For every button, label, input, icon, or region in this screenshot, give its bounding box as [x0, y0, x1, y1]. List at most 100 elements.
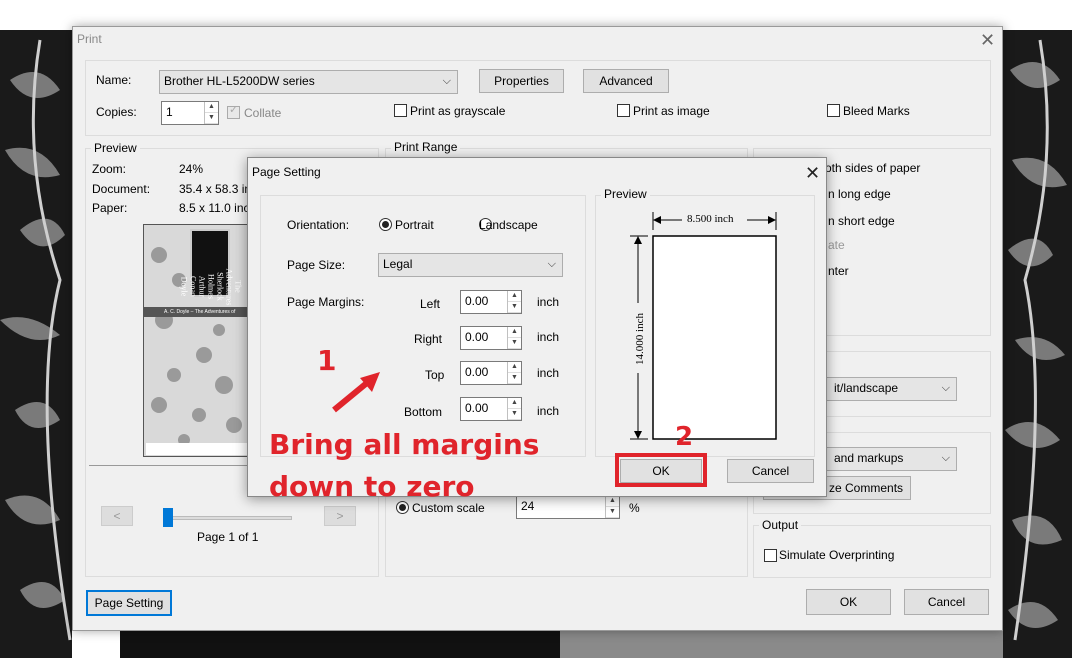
document-label: Document: [92, 182, 151, 196]
top-margin-input[interactable]: 0.00 ▲ ▼ [460, 361, 522, 385]
output-group-title: Output [759, 518, 802, 532]
grayscale-checkbox[interactable] [394, 104, 407, 117]
print-dialog-title: Print [77, 32, 102, 46]
thumbnail-title-line-3: Arthur Conan Doyle [179, 275, 207, 298]
annotation-line-2: down to zero [269, 470, 475, 503]
page-setting-cancel-button[interactable]: Cancel [727, 459, 814, 483]
copies-value: 1 [166, 105, 173, 119]
spin-down-icon[interactable]: ▼ [606, 507, 619, 518]
left-margin-label: Left [420, 297, 441, 311]
page-setting-title: Page Setting [252, 165, 321, 179]
orientation-label: Orientation: [287, 218, 350, 232]
left-margin-value: 0.00 [465, 294, 489, 308]
spin-down-icon[interactable]: ▼ [508, 373, 521, 384]
close-icon[interactable]: ✕ [805, 164, 820, 182]
printer-value: Brother HL-L5200DW series [164, 74, 315, 88]
simulate-overprinting-checkbox[interactable] [764, 549, 777, 562]
check-icon: ✓ [229, 104, 239, 116]
page-setting-button[interactable]: Page Setting [86, 590, 172, 616]
chevron-down-icon: ⌵ [941, 382, 950, 394]
spin-up-icon[interactable]: ▲ [508, 398, 521, 409]
bottom-spin-buttons[interactable]: ▲ ▼ [507, 398, 521, 420]
collate-label: Collate [244, 106, 282, 120]
copies-spin-buttons[interactable]: ▲ ▼ [204, 102, 218, 124]
thumbnail-title: The Adventures Sherlock Holmes Arthur Co… [179, 268, 243, 306]
spin-down-icon[interactable]: ▼ [508, 338, 521, 349]
top-unit: inch [537, 366, 560, 380]
spin-up-icon[interactable]: ▲ [508, 362, 521, 373]
short-edge-label: n short edge [828, 214, 895, 228]
print-as-image-label: Print as image [633, 104, 710, 118]
annotation-arrow [332, 372, 380, 413]
name-label: Name: [96, 73, 132, 87]
print-as-image-checkbox[interactable] [617, 104, 630, 117]
top-margin-value: 0.00 [465, 365, 489, 379]
page-slider-thumb[interactable] [163, 508, 173, 527]
right-margin-label: Right [414, 332, 443, 346]
right-spin-buttons[interactable]: ▲ ▼ [507, 327, 521, 349]
top-spin-buttons[interactable]: ▲ ▼ [507, 362, 521, 384]
width-dimension: 8.500 inch [685, 213, 736, 225]
chevron-down-icon: ⌵ [941, 452, 950, 464]
annotation-instruction: Bring all margins down to zero [269, 424, 539, 508]
bottom-unit: inch [537, 404, 560, 418]
rotate-label: ate [828, 238, 845, 252]
scale-spin-buttons[interactable]: ▲ ▼ [605, 496, 619, 518]
portrait-label: Portrait [395, 218, 434, 232]
next-page-button[interactable]: > [324, 506, 356, 526]
spin-down-icon[interactable]: ▼ [205, 113, 218, 124]
annotation-step-2: 2 [675, 422, 694, 452]
print-cancel-button[interactable]: Cancel [904, 589, 989, 615]
height-dimension: 14.000 inch [634, 313, 646, 365]
thumbnail-caption: A. C. Doyle – The Adventures of [164, 309, 236, 315]
spin-down-icon[interactable]: ▼ [508, 409, 521, 420]
right-margin-input[interactable]: 0.00 ▲ ▼ [460, 326, 522, 350]
paper-label: Paper: [92, 201, 128, 215]
landscape-label: Landscape [479, 218, 538, 232]
printer-select[interactable]: Brother HL-L5200DW series ⌵ [159, 70, 458, 94]
right-margin-value: 0.00 [465, 330, 489, 344]
thumbnail-title-line-1: The Adventures [224, 268, 243, 306]
portrait-radio[interactable] [379, 218, 392, 231]
spin-down-icon[interactable]: ▼ [508, 302, 521, 313]
simulate-overprinting-label: Simulate Overprinting [779, 548, 895, 562]
bleed-marks-checkbox[interactable] [827, 104, 840, 117]
page-margins-label: Page Margins: [287, 295, 365, 309]
spin-up-icon[interactable]: ▲ [508, 327, 521, 338]
center-label: nter [828, 264, 849, 278]
spin-up-icon[interactable]: ▲ [606, 496, 619, 507]
page-size-label: Page Size: [287, 258, 346, 272]
left-spin-buttons[interactable]: ▲ ▼ [507, 291, 521, 313]
page-preview-diagram [630, 212, 777, 440]
annotation-line-1: Bring all margins [269, 428, 540, 461]
close-icon[interactable]: ✕ [980, 31, 995, 49]
page-thumbnail: The Adventures Sherlock Holmes Arthur Co… [143, 224, 253, 457]
properties-button[interactable]: Properties [479, 69, 564, 93]
chevron-down-icon: ⌵ [547, 258, 556, 270]
print-range-title: Print Range [391, 140, 461, 154]
bottom-margin-value: 0.00 [465, 401, 489, 415]
print-ok-button[interactable]: OK [806, 589, 891, 615]
page-size-select[interactable]: Legal ⌵ [378, 253, 563, 277]
page-size-value: Legal [383, 257, 413, 271]
top-margin-label: Top [425, 368, 445, 382]
left-margin-input[interactable]: 0.00 ▲ ▼ [460, 290, 522, 314]
copies-stepper[interactable]: 1 ▲ ▼ [161, 101, 219, 125]
advanced-button[interactable]: Advanced [583, 69, 669, 93]
spin-up-icon[interactable]: ▲ [508, 291, 521, 302]
preview-group-title: Preview [91, 141, 140, 155]
page-slider-track[interactable] [166, 516, 292, 520]
spin-up-icon[interactable]: ▲ [205, 102, 218, 113]
bleed-marks-label: Bleed Marks [843, 104, 910, 118]
zoom-label: Zoom: [92, 162, 127, 176]
chevron-left-icon: < [113, 509, 121, 523]
copies-label: Copies: [96, 105, 137, 119]
long-edge-label: n long edge [828, 187, 891, 201]
previous-page-button[interactable]: < [101, 506, 133, 526]
bottom-margin-input[interactable]: 0.00 ▲ ▼ [460, 397, 522, 421]
zoom-value: 24% [179, 162, 204, 176]
chevron-down-icon: ⌵ [442, 75, 451, 87]
document-value: 35.4 x 58.3 in [179, 182, 252, 196]
right-unit: inch [537, 330, 560, 344]
thumbnail-title-line-2: Sherlock Holmes [206, 272, 225, 301]
